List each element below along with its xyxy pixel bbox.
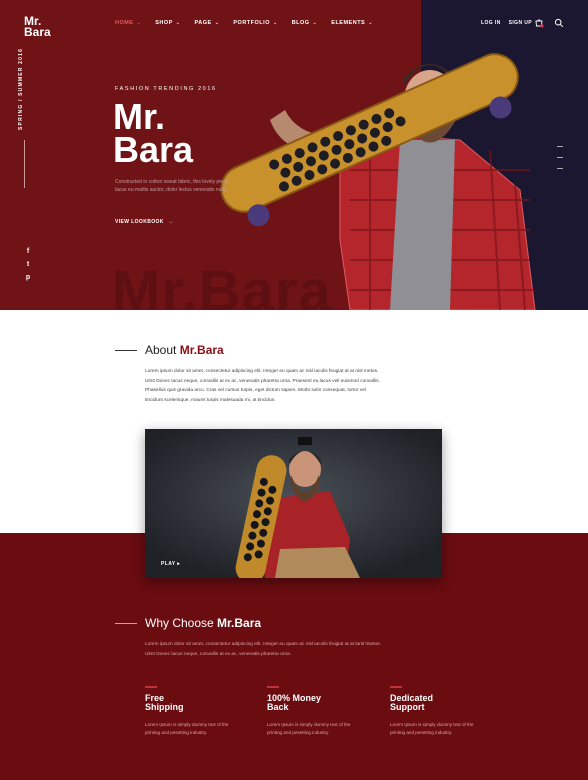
social-links: f t p: [24, 248, 32, 281]
slider-dot[interactable]: [557, 146, 563, 147]
nav-item-blog[interactable]: BLOG ⌄: [292, 20, 318, 26]
nav-label: ELEMENTS: [331, 20, 366, 26]
why-title-brand: Mr.Bara: [217, 616, 262, 630]
slider-indicators: [557, 146, 563, 169]
why-body: Lorem ipsum dolor sit amet, consectetur …: [145, 642, 381, 657]
about-body: Lorem ipsum dolor sit amet, consectetur …: [145, 369, 380, 403]
nav-item-shop[interactable]: SHOP ⌄: [155, 20, 180, 26]
play-button[interactable]: PLAY ▸: [161, 561, 180, 567]
vertical-divider: [24, 140, 25, 188]
nav-label: SHOP: [155, 20, 173, 26]
arrow-right-icon: →: [167, 219, 174, 225]
hero-section: Mr.Bara Mr. Bara HOME ⌄ SHOP ⌄ PAGE ⌄ PO…: [0, 0, 588, 310]
slider-dot[interactable]: [557, 157, 563, 158]
nav-label: PORTFOLIO: [233, 20, 270, 26]
chevron-down-icon: ⌄: [214, 20, 220, 26]
feature-title-line-2: Back: [267, 702, 289, 712]
feature-title: Free Shipping: [145, 694, 235, 712]
video-thumbnail[interactable]: [145, 429, 442, 578]
chevron-down-icon: ⌄: [272, 20, 278, 26]
signup-link[interactable]: SIGN UP: [509, 20, 532, 26]
why-title-prefix: Why Choose: [145, 616, 218, 630]
feature-title: Dedicated Support: [390, 694, 480, 712]
nav-label: HOME: [115, 20, 134, 26]
chevron-down-icon: ⌄: [175, 20, 181, 26]
chevron-down-icon: ⌄: [312, 20, 318, 26]
feature-title-line-2: Support: [390, 702, 425, 712]
why-heading-line: [115, 623, 137, 624]
logo-line-2: Bara: [24, 25, 51, 39]
play-icon: ▸: [177, 561, 181, 567]
feature-accent-bar: [145, 686, 157, 688]
feature-description: Lorem Ipsum is simply dummy text of the …: [145, 722, 229, 735]
hero-description: Constructed in cotton sweat fabric, this…: [115, 179, 230, 193]
slider-dot[interactable]: [557, 168, 563, 169]
chevron-down-icon: ⌄: [368, 20, 373, 26]
chevron-down-icon: ⌄: [136, 20, 142, 26]
feature-accent-bar: [267, 686, 279, 688]
cart-icon[interactable]: [534, 18, 544, 28]
about-title-prefix: About: [145, 343, 180, 357]
nav-item-home[interactable]: HOME ⌄: [115, 20, 141, 26]
pinterest-icon[interactable]: p: [24, 274, 32, 281]
about-heading-line: [115, 350, 137, 351]
feature-accent-bar: [390, 686, 402, 688]
twitter-icon[interactable]: t: [24, 261, 32, 268]
feature-title-line-2: Shipping: [145, 702, 184, 712]
why-title: Why Choose Mr.Bara: [145, 616, 261, 630]
feature-free-shipping: Free Shipping Lorem Ipsum is simply dumm…: [145, 686, 235, 737]
nav-item-page[interactable]: PAGE ⌄: [195, 20, 220, 26]
nav-item-portfolio[interactable]: PORTFOLIO ⌄: [233, 20, 277, 26]
main-nav: HOME ⌄ SHOP ⌄ PAGE ⌄ PORTFOLIO ⌄ BLOG ⌄ ELEME…: [115, 20, 373, 26]
search-icon[interactable]: [554, 18, 564, 28]
login-link[interactable]: LOG IN: [481, 20, 501, 26]
facebook-icon[interactable]: f: [24, 248, 32, 255]
hero-title-line-2: Bara: [113, 129, 194, 170]
view-lookbook-link[interactable]: VIEW LOOKBOOK →: [115, 219, 173, 225]
feature-description: Lorem Ipsum is simply dummy text of the …: [390, 722, 474, 735]
video-image: [145, 429, 442, 578]
nav-item-elements[interactable]: ELEMENTS ⌄: [331, 20, 373, 26]
hero-kicker: FASHION TRENDING 2016: [115, 86, 217, 92]
season-vertical-text: SPRING / SUMMER 2016: [18, 47, 24, 130]
about-title-brand: Mr.Bara: [179, 343, 224, 357]
feature-description: Lorem Ipsum is simply dummy text of the …: [267, 722, 351, 735]
play-label: PLAY: [161, 561, 176, 567]
nav-label: BLOG: [291, 20, 310, 26]
hero-model-image: [220, 53, 536, 310]
nav-label: PAGE: [194, 20, 212, 26]
feature-dedicated-support: Dedicated Support Lorem Ipsum is simply …: [390, 686, 480, 737]
site-logo[interactable]: Mr. Bara: [24, 15, 51, 39]
feature-money-back: 100% Money Back Lorem Ipsum is simply du…: [267, 686, 357, 737]
hero-title: Mr. Bara: [113, 99, 194, 170]
account-links: LOG IN SIGN UP: [481, 20, 532, 26]
cta-label: VIEW LOOKBOOK: [115, 219, 164, 225]
about-title: About Mr.Bara: [145, 343, 224, 357]
feature-title: 100% Money Back: [267, 694, 357, 712]
